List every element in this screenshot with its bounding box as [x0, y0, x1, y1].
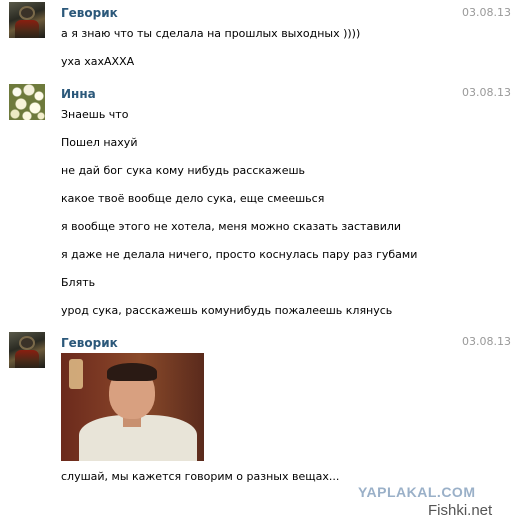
author-name[interactable]: Геворик	[61, 6, 118, 20]
author-avatar[interactable]	[9, 84, 45, 120]
photo-lamp	[69, 359, 83, 389]
message-1: Геворик 03.08.13 а я знаю что ты сделала…	[0, 0, 519, 80]
message-line: а я знаю что ты сделала на прошлых выход…	[61, 27, 361, 40]
message-line: какое твоё вообще дело сука, еще смеешьс…	[61, 192, 325, 205]
author-name[interactable]: Инна	[61, 87, 96, 101]
message-line: урод сука, расскажешь комунибудь пожалее…	[61, 304, 393, 317]
yaplakal-watermark: YAPLAKAL.COM	[358, 484, 476, 500]
message-2: Инна 03.08.13 Знаешь что Пошел нахуй не …	[0, 80, 519, 320]
author-avatar[interactable]	[9, 2, 45, 38]
message-line: не дай бог сука кому нибудь расскажешь	[61, 164, 306, 177]
message-line: я даже не делала ничего, просто коснулас…	[61, 248, 418, 261]
message-date[interactable]: 03.08.13	[462, 86, 511, 99]
message-line: уха хахАХХА	[61, 55, 135, 68]
author-avatar[interactable]	[9, 332, 45, 368]
fishki-watermark: Fishki.net	[428, 502, 493, 519]
message-line: я вообще этого не хотела, меня можно ска…	[61, 220, 402, 233]
message-date[interactable]: 03.08.13	[462, 6, 511, 19]
attached-photo[interactable]	[61, 353, 204, 461]
author-name[interactable]: Геворик	[61, 336, 118, 350]
message-line: Блять	[61, 276, 96, 289]
message-line: Пошел нахуй	[61, 136, 138, 149]
photo-hair	[107, 363, 157, 381]
message-line: Знаешь что	[61, 108, 129, 121]
message-line: слушай, мы кажется говорим о разных веща…	[61, 470, 340, 483]
message-date[interactable]: 03.08.13	[462, 335, 511, 348]
